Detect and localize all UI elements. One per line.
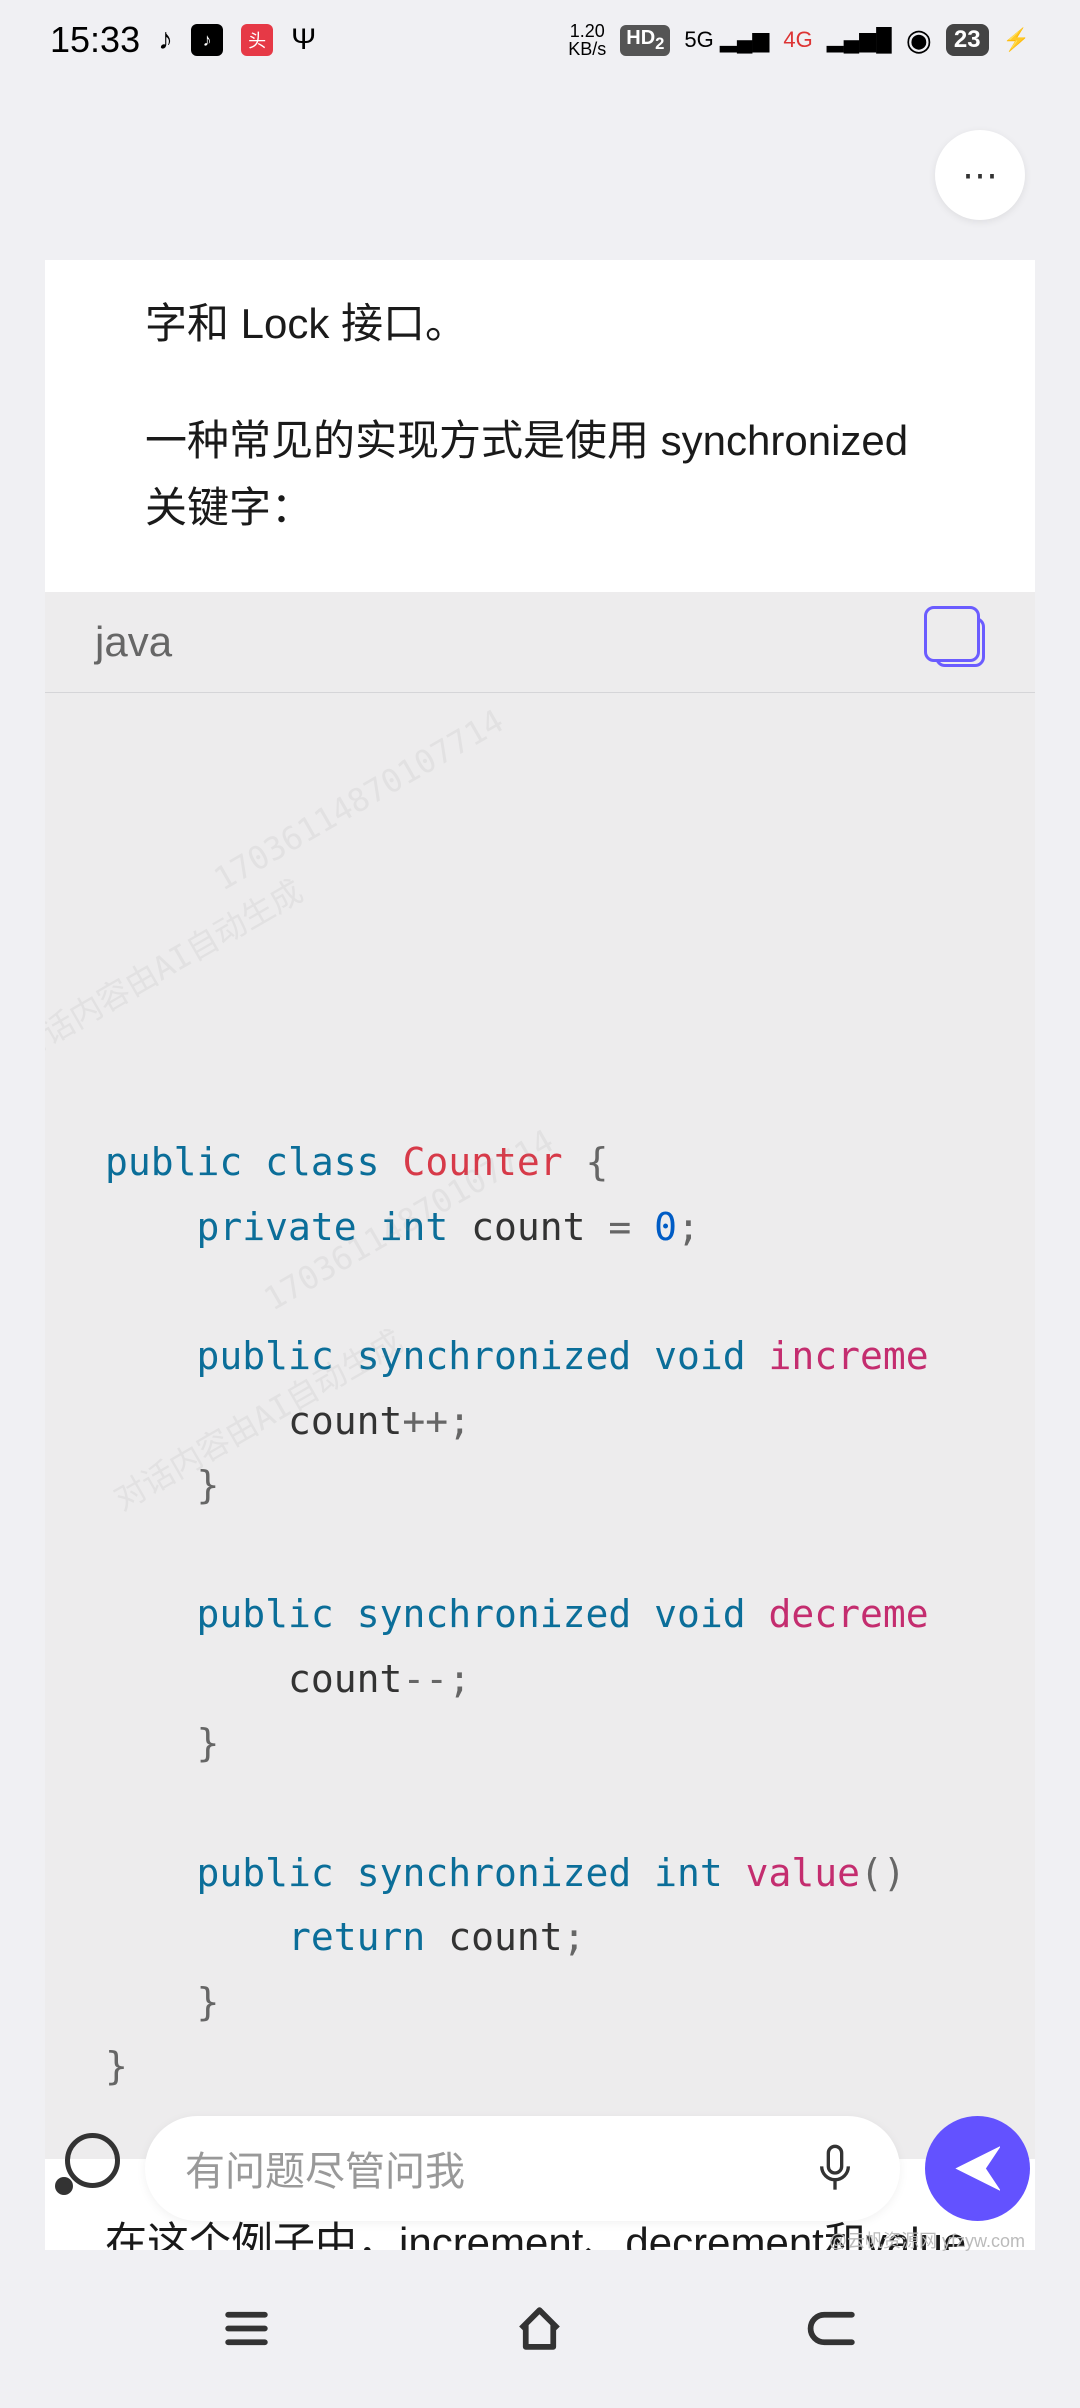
nav-menu[interactable] [207, 2298, 287, 2358]
battery-level: 23 [946, 24, 989, 56]
code-block: java 17036114870107714 对话内容由AI自动生成 17036… [45, 592, 1035, 2159]
status-left: 15:33 ♪ ♪ 头 Ψ [50, 19, 316, 61]
chat-content[interactable]: 字和 Lock 接口。 一种常见的实现方式是使用 synchronized 关键… [45, 260, 1035, 2250]
nav-back[interactable] [793, 2298, 873, 2358]
tiktok-icon: ♪ [191, 24, 223, 56]
new-chat-icon[interactable] [50, 2133, 120, 2203]
status-right: 1.20 KB/s HD2 5G ▂▄▆ 4G ▂▄▆█ ◉ 23 ⚡ [568, 22, 1030, 58]
code-language: java [95, 618, 172, 666]
more-button[interactable]: ⋯ [935, 130, 1025, 220]
net-speed: 1.20 KB/s [568, 22, 606, 58]
watermark: 17036114870107714 [203, 694, 514, 905]
signal-bars-icon: ▂▄▆█ [827, 27, 892, 53]
code-body: 17036114870107714 对话内容由AI自动生成 1703611487… [45, 693, 1035, 2159]
nav-home[interactable] [500, 2298, 580, 2358]
signal-4g: 4G [783, 27, 812, 53]
input-box[interactable]: 有问题尽管问我 [145, 2116, 900, 2221]
input-bar: 有问题尽管问我 [0, 2108, 1080, 2228]
status-time: 15:33 [50, 19, 140, 61]
charging-icon: ⚡ [1003, 27, 1030, 53]
signal-5g: 5G ▂▄▆ [684, 27, 769, 53]
music-icon: ♪ [158, 23, 173, 57]
hd-icon: HD2 [620, 25, 670, 56]
status-bar: 15:33 ♪ ♪ 头 Ψ 1.20 KB/s HD2 5G ▂▄▆ 4G ▂▄… [0, 0, 1080, 80]
send-button[interactable] [925, 2116, 1030, 2221]
footer-watermark: @云帆资源网 yfzyw.com [829, 2227, 1025, 2253]
usb-icon: Ψ [291, 23, 316, 57]
paragraph-2: 一种常见的实现方式是使用 synchronized 关键字： [45, 407, 1035, 541]
wifi-icon: ◉ [906, 23, 932, 58]
mic-icon[interactable] [810, 2143, 860, 2193]
paragraph-1: 字和 Lock 接口。 [45, 290, 1035, 357]
copy-button[interactable] [935, 617, 985, 667]
input-placeholder: 有问题尽管问我 [185, 2139, 810, 2197]
nav-bar [0, 2268, 1080, 2408]
app-icon: 头 [241, 24, 273, 56]
watermark: 对话内容由AI自动生成 [45, 865, 313, 1075]
code-header: java [45, 592, 1035, 693]
